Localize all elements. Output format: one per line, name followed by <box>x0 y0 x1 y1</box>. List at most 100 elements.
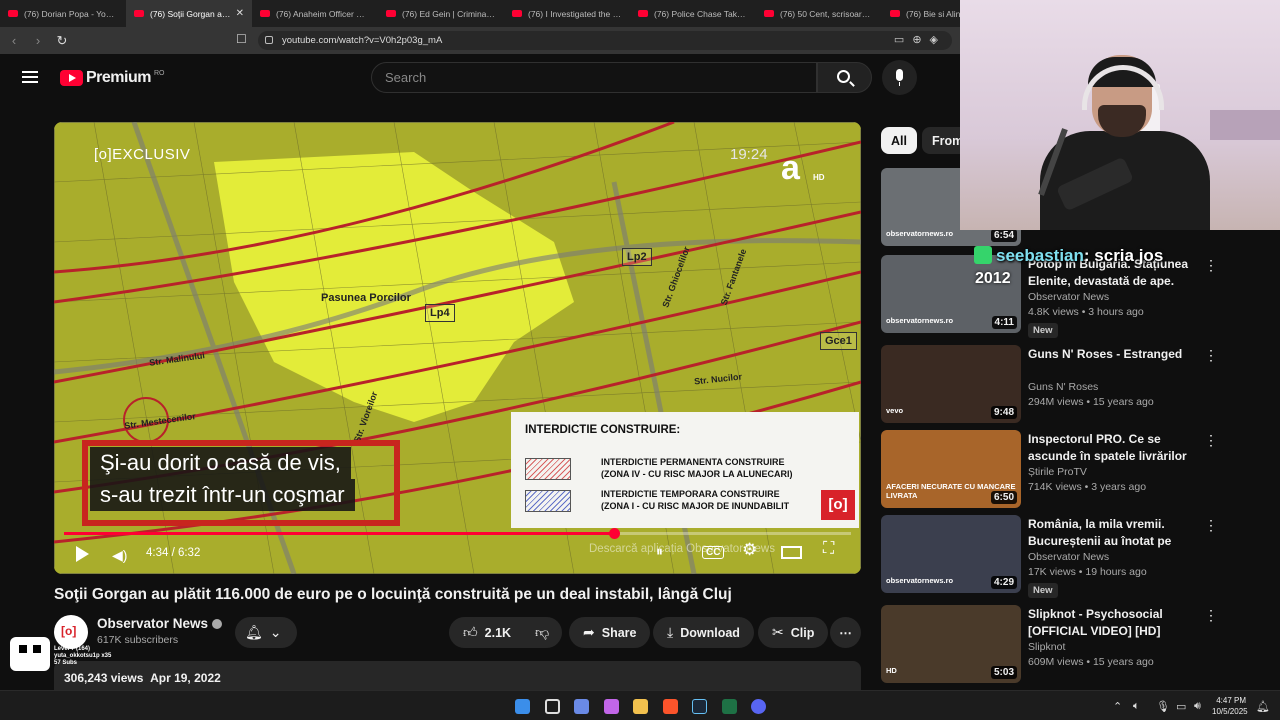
speaker-icon[interactable]: 🔈︎ <box>1133 700 1140 713</box>
related-video-title[interactable]: Guns N' Roses - Estranged <box>1028 346 1198 380</box>
notifications-icon[interactable]: 🔔︎ <box>1256 700 1270 713</box>
pause-icon[interactable]: ⏸ <box>656 543 663 560</box>
subscriber-count: 617K subscribers <box>97 634 179 646</box>
youtube-favicon-icon <box>386 10 396 17</box>
related-video-info[interactable]: România, la mila vremii. Bucureștenii au… <box>1028 516 1198 598</box>
youtube-logo-icon <box>60 70 83 86</box>
related-video-channel[interactable]: Guns N' Roses <box>1028 381 1198 393</box>
tray-overflow-icon[interactable]: ⌃ <box>1113 700 1122 713</box>
site-info-icon[interactable] <box>265 36 273 44</box>
file-explorer-icon[interactable] <box>633 699 648 714</box>
share-button[interactable]: ➦ Share <box>569 617 651 648</box>
url-field[interactable]: youtube.com/watch?v=V0h2p03g_mA ▭⊕◈ <box>258 31 952 50</box>
channel-avatar[interactable] <box>54 615 88 649</box>
tab-title: (76) Police Chase Takes Fa <box>654 8 748 19</box>
map-parcel-label: Gce1 <box>820 332 857 350</box>
start-icon[interactable] <box>515 699 530 714</box>
youtube-favicon-icon <box>134 10 144 17</box>
video-thumbnail[interactable]: observatornews.ro 4:29 <box>881 515 1021 593</box>
close-tab-icon[interactable]: ✕ <box>236 8 244 19</box>
more-vertical-icon[interactable]: ⋮ <box>1204 257 1218 274</box>
browser-tab[interactable]: (76) Ed Gein | Criminalul C <box>378 0 504 27</box>
fullscreen-icon[interactable]: ⛶ <box>823 540 834 558</box>
related-video-title[interactable]: România, la mila vremii. Bucureștenii au… <box>1028 516 1198 550</box>
clip-button[interactable]: ✂ Clip <box>758 617 829 648</box>
related-video-title[interactable]: Inspectorul PRO. Ce se ascunde în spatel… <box>1028 431 1198 465</box>
steam-icon[interactable] <box>692 699 707 714</box>
thumbs-up-icon: 👍︎ <box>463 624 478 640</box>
subscribe-notification-button[interactable]: 🔔︎ ⌄ <box>235 617 297 648</box>
chat-separator: : <box>1083 246 1095 265</box>
video-duration: 5:03 <box>990 666 1017 679</box>
url-text: youtube.com/watch?v=V0h2p03g_mA <box>282 35 443 46</box>
progress-bar[interactable] <box>64 528 851 539</box>
more-vertical-icon[interactable]: ⋮ <box>1204 517 1218 534</box>
volume-icon[interactable]: ◀) <box>112 547 127 564</box>
network-icon[interactable]: ▭ <box>1176 700 1186 713</box>
more-vertical-icon[interactable]: ⋮ <box>1204 607 1218 624</box>
theater-mode-icon[interactable] <box>781 546 802 559</box>
bookmark-icon[interactable]: ☐ <box>236 32 247 46</box>
search-input[interactable]: Search <box>371 62 817 93</box>
more-vertical-icon[interactable]: ⋮ <box>1204 432 1218 449</box>
microphone-tray-icon[interactable]: 🎙︎ <box>1156 700 1170 713</box>
channel-name[interactable]: Observator News <box>97 616 223 631</box>
browser-tab-active[interactable]: (76) Soţii Gorgan au p ✕ <box>126 0 252 27</box>
like-dislike-button[interactable]: 👍︎ 2.1K 👎︎ <box>449 617 562 648</box>
related-video-info[interactable]: Inspectorul PRO. Ce se ascunde în spatel… <box>1028 431 1198 493</box>
video-player[interactable]: [o]EXCLUSIV 19:24 a HD Pasunea Porcilor L… <box>54 122 861 574</box>
search-icon <box>837 70 850 83</box>
voice-search-button[interactable] <box>882 60 917 95</box>
back-arrow-icon[interactable]: ‹ <box>4 33 24 48</box>
tab-title: (76) Ed Gein | Criminalul C <box>402 8 496 19</box>
more-actions-button[interactable]: ⋯ <box>830 617 861 648</box>
description-box[interactable]: 306,243 views Apr 19, 2022 <box>54 661 861 690</box>
settings-gear-icon[interactable]: ⚙ <box>742 540 757 560</box>
browser-tab[interactable]: (76) Anaheim Officer Shoo <box>252 0 378 27</box>
related-video-channel[interactable]: Știrile ProTV <box>1028 466 1198 478</box>
related-video-info[interactable]: Guns N' Roses - Estranged Guns N' Roses 29… <box>1028 346 1198 408</box>
browser-tab[interactable]: (76) Bie si Alin <box>882 0 960 27</box>
related-video-title[interactable]: Slipknot - Psychosocial [OFFICIAL VIDEO]… <box>1028 606 1198 640</box>
video-duration: 6:54 <box>990 229 1017 242</box>
video-thumbnail[interactable]: AFACERI NECURATE CU MANCARE LIVRATA 6:50 <box>881 430 1021 508</box>
excel-icon[interactable] <box>722 699 737 714</box>
related-video-info[interactable]: Potop în Bulgaria. Stațiunea Elenite, de… <box>1028 256 1198 338</box>
map-legend: INTERDICTIE CONSTRUIRE: INTERDICTIE PERM… <box>511 412 859 528</box>
video-thumbnail[interactable]: vevo 9:48 <box>881 345 1021 423</box>
related-video-channel[interactable]: Observator News <box>1028 291 1198 303</box>
chip-all[interactable]: All <box>881 127 917 154</box>
windows-taskbar: ⌃ 🔈︎ 🎙︎ ▭ 🔊︎ 4:47 PM 10/5/2025 🔔︎ <box>0 690 1280 720</box>
task-view-icon[interactable] <box>545 699 560 714</box>
download-button[interactable]: ⤓ Download <box>653 617 754 648</box>
copilot-icon[interactable] <box>604 699 619 714</box>
browser-tab[interactable]: (76) Police Chase Takes Fa <box>630 0 756 27</box>
video-thumbnail[interactable]: HD 5:03 <box>881 605 1021 683</box>
forward-arrow-icon[interactable]: › <box>28 33 48 48</box>
video-thumbnail[interactable]: observatornews.ro 4:11 <box>881 255 1021 333</box>
reload-icon[interactable]: ↻ <box>52 33 72 49</box>
search-button[interactable] <box>817 62 872 93</box>
brave-browser-icon[interactable] <box>663 699 678 714</box>
chevron-down-icon: ⌄ <box>269 624 282 640</box>
menu-icon[interactable] <box>22 71 38 83</box>
play-icon[interactable] <box>76 546 89 562</box>
bot-widget-icon <box>10 637 50 671</box>
volume-tray-icon[interactable]: 🔊︎ <box>1194 700 1201 713</box>
taskbar-clock[interactable]: 4:47 PM 10/5/2025 <box>1212 695 1248 717</box>
widgets-icon[interactable] <box>574 699 589 714</box>
browser-tab[interactable]: (76) 50 Cent, scrisoare per <box>756 0 882 27</box>
tv-channel-logo: a HD <box>781 151 825 188</box>
discord-icon[interactable] <box>751 699 766 714</box>
subtitles-icon[interactable]: CC <box>702 546 725 559</box>
youtube-premium-logo[interactable]: Premium RO <box>60 69 164 87</box>
related-video-channel[interactable]: Observator News <box>1028 551 1198 563</box>
address-bar-action-icons[interactable]: ▭⊕◈ <box>894 33 946 46</box>
chat-username: seebastian <box>996 246 1084 265</box>
browser-tab[interactable]: (76) I Investigated the Poo <box>504 0 630 27</box>
related-video-info[interactable]: Slipknot - Psychosocial [OFFICIAL VIDEO]… <box>1028 606 1198 668</box>
youtube-favicon-icon <box>764 10 774 17</box>
related-video-channel[interactable]: Slipknot <box>1028 641 1198 653</box>
browser-tab[interactable]: (76) Dorian Popa - YouTube <box>0 0 126 27</box>
more-vertical-icon[interactable]: ⋮ <box>1204 347 1218 364</box>
